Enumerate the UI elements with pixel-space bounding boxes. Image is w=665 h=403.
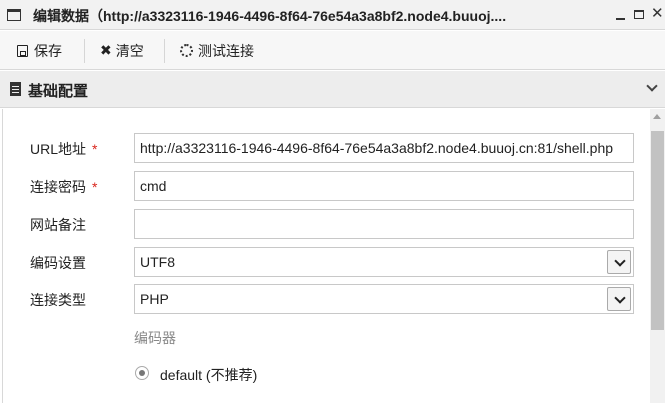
required-mark: *: [92, 141, 98, 157]
close-icon: ✖: [100, 42, 112, 58]
scroll-up-arrow-icon[interactable]: [653, 114, 661, 119]
save-button[interactable]: 保存: [17, 31, 62, 70]
required-mark: *: [92, 179, 98, 195]
chevron-down-icon[interactable]: [646, 80, 658, 92]
window-icon: [7, 9, 21, 21]
encoder-label: 编码器: [134, 330, 176, 346]
connection-type-value: PHP: [140, 291, 169, 307]
connection-type-label: 连接类型: [30, 292, 86, 308]
spinner-icon: [180, 44, 193, 57]
chevron-down-icon[interactable]: [607, 287, 631, 311]
encoder-radio-default-label[interactable]: default (不推荐): [160, 365, 257, 385]
minimize-button[interactable]: [614, 6, 628, 22]
document-icon: [10, 82, 21, 96]
section-title: 基础配置: [28, 83, 89, 100]
encoder-radio-default[interactable]: [135, 366, 149, 380]
url-input[interactable]: [134, 133, 634, 163]
section-header-basic-config[interactable]: 基础配置: [0, 71, 665, 108]
test-connection-label: 测试连接: [198, 42, 254, 59]
encoding-select-value: UTF8: [140, 254, 175, 270]
toolbar: 保存 ✖ 清空 测试连接: [0, 31, 665, 70]
url-label: URL地址 *: [30, 141, 98, 157]
note-label: 网站备注: [30, 217, 86, 233]
save-button-label: 保存: [34, 42, 62, 59]
scrollbar-thumb[interactable]: [651, 131, 664, 330]
window-title: 编辑数据（http://a3323116-1946-4496-8f64-76e5…: [33, 8, 507, 24]
chevron-down-icon[interactable]: [607, 250, 631, 274]
test-connection-button[interactable]: 测试连接: [180, 31, 254, 70]
password-input[interactable]: [134, 171, 634, 201]
floppy-disk-icon: [17, 44, 28, 57]
encoding-label: 编码设置: [30, 255, 86, 271]
maximize-button[interactable]: [633, 6, 647, 22]
clear-button-label: 清空: [115, 42, 144, 59]
clear-button[interactable]: ✖ 清空: [100, 31, 144, 70]
encoding-select[interactable]: UTF8: [134, 247, 634, 277]
close-button[interactable]: ✕: [651, 6, 665, 22]
password-label: 连接密码 *: [30, 179, 98, 195]
window-titlebar: 编辑数据（http://a3323116-1946-4496-8f64-76e5…: [0, 0, 665, 30]
toolbar-divider: [164, 39, 165, 63]
note-input[interactable]: [134, 209, 634, 239]
connection-type-select[interactable]: PHP: [134, 284, 634, 314]
toolbar-divider: [84, 39, 85, 63]
